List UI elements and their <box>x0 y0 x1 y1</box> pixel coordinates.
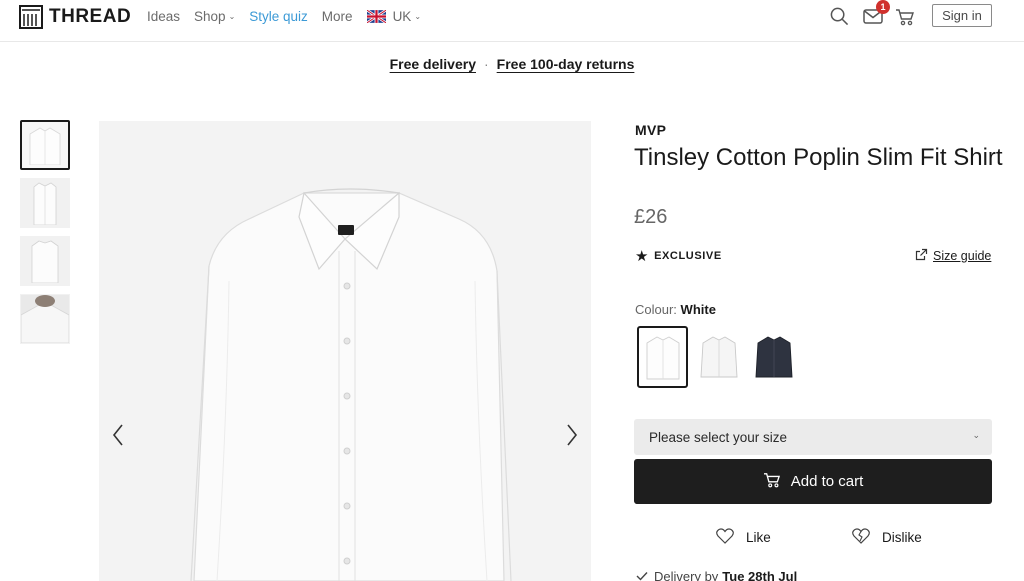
product-thumbnail-1[interactable] <box>20 120 70 170</box>
nav-shop-label: Shop <box>194 9 226 24</box>
like-button[interactable]: Like <box>716 528 771 547</box>
logo-text: THREAD <box>49 6 132 27</box>
star-icon: ★ <box>635 248 650 265</box>
heart-icon <box>716 528 746 547</box>
like-label: Like <box>746 530 771 545</box>
chevron-down-icon: ⌄ <box>228 12 236 21</box>
delivery-label: Delivery by <box>654 569 719 581</box>
search-icon[interactable] <box>830 7 849 31</box>
chevron-down-icon: ⌄ <box>414 12 422 21</box>
colour-label-text: Colour: <box>635 302 677 317</box>
size-select-placeholder: Please select your size <box>649 429 788 445</box>
nav-region[interactable]: UK ⌄ <box>365 9 422 24</box>
dislike-label: Dislike <box>882 530 922 545</box>
check-icon <box>636 569 648 581</box>
colour-label: Colour: White <box>635 302 716 317</box>
promo-separator: · <box>483 56 489 72</box>
signin-button[interactable]: Sign in <box>932 4 992 27</box>
thread-logo-icon <box>19 5 43 29</box>
nav-style-quiz[interactable]: Style quiz <box>249 9 308 24</box>
free-delivery-link[interactable]: Free delivery <box>390 56 476 72</box>
delivery-info: Delivery by Tue 28th Jul <box>636 569 797 581</box>
product-thumbnail-2[interactable] <box>20 178 70 228</box>
add-to-cart-button[interactable]: Add to cart <box>634 459 992 504</box>
size-guide-label: Size guide <box>933 249 992 263</box>
size-guide-link[interactable]: Size guide <box>915 248 991 264</box>
product-title: Tinsley Cotton Poplin Slim Fit Shirt <box>634 144 1003 171</box>
exclusive-label: EXCLUSIVE <box>654 250 722 262</box>
product-thumbnail-4[interactable] <box>20 294 70 344</box>
thread-logo[interactable]: THREAD <box>19 5 131 29</box>
broken-heart-icon <box>852 528 882 547</box>
product-thumbnail-3[interactable] <box>20 236 70 286</box>
size-select[interactable]: Please select your size ⌄ <box>634 419 992 455</box>
chevron-right-icon[interactable] <box>562 422 582 448</box>
free-returns-link[interactable]: Free 100-day returns <box>497 56 635 72</box>
product-main-image <box>99 121 591 581</box>
region-label: UK <box>392 9 412 24</box>
cart-icon <box>763 472 791 492</box>
site-header: THREAD Ideas Shop ⌄ Style quiz More UK ⌄ <box>0 0 1024 42</box>
notification-badge: 1 <box>876 0 890 14</box>
product-price: £26 <box>634 206 668 228</box>
add-to-cart-label: Add to cart <box>790 473 864 490</box>
uk-flag-icon <box>365 9 387 24</box>
chevron-down-icon: ⌄ <box>972 430 980 440</box>
dislike-button[interactable]: Dislike <box>852 528 922 547</box>
colour-swatch-navy[interactable] <box>748 326 799 388</box>
exclusive-badge: ★ EXCLUSIVE <box>635 247 722 265</box>
nav-ideas[interactable]: Ideas <box>147 9 180 24</box>
nav-more[interactable]: More <box>322 9 353 24</box>
delivery-date: Tue 28th Jul <box>722 569 798 581</box>
external-link-icon <box>915 248 928 264</box>
chevron-left-icon[interactable] <box>108 422 128 448</box>
colour-value: White <box>680 302 716 317</box>
cart-icon[interactable] <box>895 8 915 31</box>
nav-shop[interactable]: Shop ⌄ <box>194 9 235 24</box>
colour-swatch-white[interactable] <box>637 326 688 388</box>
promo-bar: Free delivery · Free 100-day returns <box>0 56 1024 72</box>
main-nav: Ideas Shop ⌄ Style quiz More UK ⌄ <box>147 9 435 24</box>
product-brand[interactable]: MVP <box>635 122 666 138</box>
colour-swatch-white-print[interactable] <box>693 326 744 388</box>
